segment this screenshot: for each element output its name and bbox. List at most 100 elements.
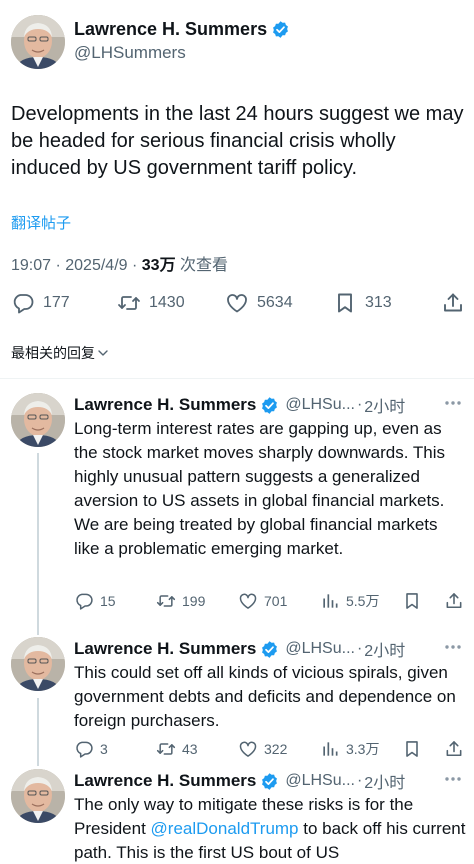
reply-text: The only way to mitigate these risks is …	[74, 795, 466, 862]
author-handle[interactable]: @LHSu...	[285, 772, 355, 790]
bookmark-button[interactable]: 313	[333, 290, 392, 316]
reply-button[interactable]: 15	[74, 590, 116, 612]
reply-icon	[74, 591, 94, 611]
author-name[interactable]: Lawrence H. Summers	[74, 639, 256, 659]
reply-action-bar: 3 43 322 3.3万	[74, 738, 466, 760]
heart-icon	[238, 739, 258, 759]
author-name[interactable]: Lawrence H. Summers	[74, 771, 256, 791]
author-name[interactable]: Lawrence H. Summers	[74, 19, 267, 40]
reply-tweet[interactable]: Lawrence H. Summers @LHSu... · 2小时 The o…	[0, 769, 474, 864]
author-photo	[11, 769, 65, 823]
like-count: 5634	[257, 294, 293, 311]
bookmark-icon	[402, 591, 422, 611]
author-handle[interactable]: @LHSu...	[285, 640, 355, 658]
reply-tweet[interactable]: Lawrence H. Summers @LHSu... · 2小时 This …	[0, 637, 474, 762]
bookmark-icon	[402, 739, 422, 759]
verified-badge-icon	[260, 396, 279, 415]
tweet-text: Developments in the last 24 hours sugges…	[11, 103, 464, 179]
reply-time[interactable]: 2小时	[364, 637, 405, 661]
repost-icon	[156, 739, 176, 759]
repost-count: 1430	[149, 294, 185, 311]
bookmark-icon	[333, 291, 357, 315]
repost-count: 199	[182, 593, 206, 609]
reply-action-bar: 15 199 701 5.5万	[74, 590, 466, 612]
verified-badge-icon	[260, 640, 279, 659]
avatar[interactable]	[11, 15, 65, 69]
timestamp[interactable]: 19:07 · 2025/4/9 ·	[11, 257, 142, 274]
tweet-meta: 19:07 · 2025/4/9 · 33万 次查看	[11, 251, 228, 275]
reply-header: Lawrence H. Summers @LHSu... · 2小时	[74, 637, 405, 661]
views-bar-icon	[320, 739, 340, 759]
views-bar-icon	[320, 591, 340, 611]
author-handle[interactable]: @LHSummers	[74, 43, 186, 63]
avatar[interactable]	[11, 769, 65, 823]
share-icon	[444, 739, 464, 759]
reply-count: 177	[43, 294, 70, 311]
reply-sort-dropdown[interactable]: 最相关的回复	[11, 343, 109, 363]
reply-header: Lawrence H. Summers @LHSu... · 2小时	[74, 769, 405, 793]
heart-icon	[225, 291, 249, 315]
avatar[interactable]	[11, 393, 65, 447]
repost-button[interactable]: 199	[156, 590, 205, 612]
views-button[interactable]: 5.5万	[320, 590, 379, 612]
share-button[interactable]	[441, 290, 465, 316]
translate-post-link[interactable]: 翻译帖子	[11, 212, 71, 233]
mention-link[interactable]: @realDonaldTrump	[151, 819, 299, 838]
author-photo	[11, 637, 65, 691]
reply-time[interactable]: 2小时	[364, 769, 405, 793]
chevron-down-icon	[98, 350, 108, 356]
divider	[0, 378, 474, 379]
reply-count: 3	[100, 741, 108, 757]
repost-button[interactable]: 1430	[117, 290, 185, 316]
reply-button[interactable]: 177	[11, 290, 70, 316]
reply-header: Lawrence H. Summers @LHSu... · 2小时	[74, 393, 405, 417]
share-button[interactable]	[444, 738, 464, 760]
more-dots-icon[interactable]	[443, 771, 463, 787]
verified-badge-icon	[271, 20, 290, 39]
heart-icon	[238, 591, 258, 611]
more-dots-icon[interactable]	[443, 639, 463, 655]
author-name[interactable]: Lawrence H. Summers	[74, 395, 256, 415]
views-count: 5.5万	[346, 593, 380, 609]
views-count: 33万	[141, 257, 176, 274]
reply-icon	[74, 739, 94, 759]
author-name-row[interactable]: Lawrence H. Summers	[74, 19, 290, 40]
reply-text: This could set off all kinds of vicious …	[74, 663, 456, 730]
reply-icon	[11, 291, 35, 315]
bookmark-button[interactable]	[402, 738, 422, 760]
action-bar: 177 1430 5634 313	[11, 290, 466, 316]
views-count: 3.3万	[346, 741, 380, 757]
author-photo	[11, 15, 65, 69]
author-handle[interactable]: @LHSu...	[285, 396, 355, 414]
like-button[interactable]: 322	[238, 738, 287, 760]
bookmark-count: 313	[365, 294, 392, 311]
repost-icon	[117, 291, 141, 315]
separator-dot: ·	[356, 772, 363, 789]
reply-sort-label: 最相关的回复	[11, 345, 95, 361]
share-button[interactable]	[444, 590, 464, 612]
reply-tweet[interactable]: Lawrence H. Summers @LHSu... · 2小时 Long-…	[0, 393, 474, 618]
repost-count: 43	[182, 741, 198, 757]
reply-button[interactable]: 3	[74, 738, 108, 760]
reply-time[interactable]: 2小时	[364, 393, 405, 417]
repost-button[interactable]: 43	[156, 738, 198, 760]
share-icon	[441, 291, 465, 315]
bookmark-button[interactable]	[402, 590, 422, 612]
main-tweet: Lawrence H. Summers @LHSummers Developme…	[0, 0, 474, 380]
like-button[interactable]: 5634	[225, 290, 293, 316]
like-count: 322	[264, 741, 288, 757]
reply-count: 15	[100, 593, 116, 609]
views-button[interactable]: 3.3万	[320, 738, 379, 760]
like-button[interactable]: 701	[238, 590, 287, 612]
verified-badge-icon	[260, 772, 279, 791]
separator-dot: ·	[356, 396, 363, 413]
separator-dot: ·	[356, 640, 363, 657]
views-label: 次查看	[175, 257, 229, 274]
share-icon	[444, 591, 464, 611]
more-dots-icon[interactable]	[443, 395, 463, 411]
author-photo	[11, 393, 65, 447]
avatar[interactable]	[11, 637, 65, 691]
reply-text: Long-term interest rates are gapping up,…	[74, 419, 445, 558]
like-count: 701	[264, 593, 288, 609]
repost-icon	[156, 591, 176, 611]
